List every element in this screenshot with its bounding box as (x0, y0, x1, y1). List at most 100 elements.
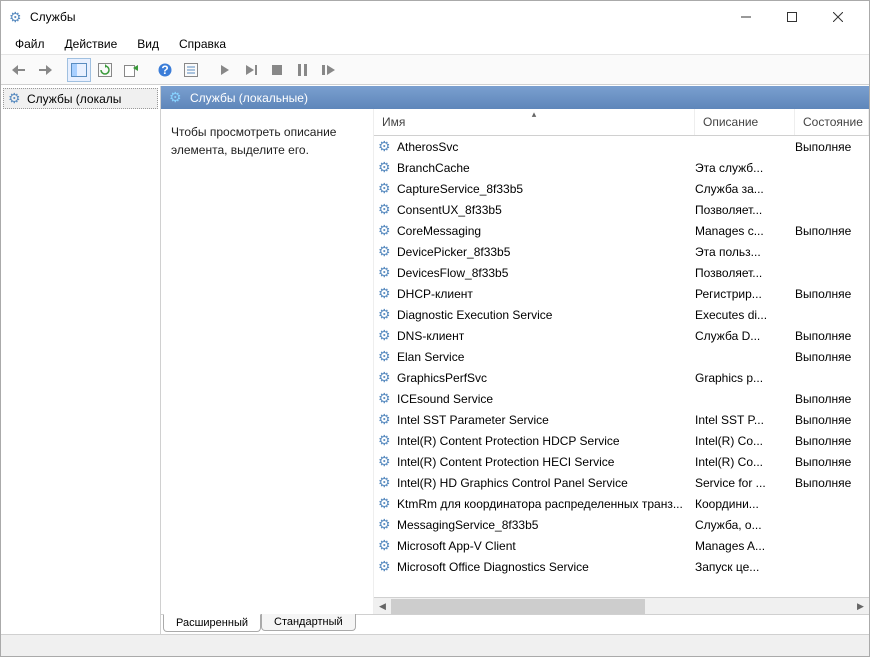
menu-file[interactable]: Файл (7, 35, 53, 53)
service-description: Позволяет... (695, 266, 795, 280)
service-state: Выполняе (795, 287, 865, 301)
service-row[interactable]: KtmRm для координатора распределенных тр… (374, 493, 869, 514)
service-name: DevicePicker_8f33b5 (397, 245, 695, 259)
pause-service-button[interactable] (291, 58, 315, 82)
gear-icon (378, 202, 393, 217)
service-name: DevicesFlow_8f33b5 (397, 266, 695, 280)
service-row[interactable]: GraphicsPerfSvcGraphics p... (374, 367, 869, 388)
service-state: Выполняе (795, 434, 865, 448)
service-row[interactable]: Microsoft Office Diagnostics ServiceЗапу… (374, 556, 869, 577)
service-row[interactable]: DevicesFlow_8f33b5Позволяет... (374, 262, 869, 283)
refresh-button[interactable] (93, 58, 117, 82)
gear-icon (378, 307, 393, 322)
menu-view[interactable]: Вид (129, 35, 167, 53)
scroll-right-icon[interactable]: ▶ (852, 598, 869, 615)
column-description[interactable]: Описание (695, 109, 795, 135)
view-tabs: Расширенный Стандартный (161, 614, 869, 634)
service-row[interactable]: ICEsound Service Выполняе (374, 388, 869, 409)
start-service-button[interactable] (213, 58, 237, 82)
service-state: Выполняе (795, 455, 865, 469)
gear-icon (378, 559, 393, 574)
service-row[interactable]: DNS-клиентСлужба D...Выполняе (374, 325, 869, 346)
service-row[interactable]: AtherosSvc Выполняе (374, 136, 869, 157)
show-hide-tree-button[interactable] (67, 58, 91, 82)
service-row[interactable]: BranchCacheЭта служб... (374, 157, 869, 178)
service-row[interactable]: Microsoft App-V ClientManages A... (374, 535, 869, 556)
service-row[interactable]: Intel(R) Content Protection HDCP Service… (374, 430, 869, 451)
maximize-button[interactable] (769, 2, 815, 32)
service-description: Служба, о... (695, 518, 795, 532)
tree-root-label: Службы (локалы (27, 92, 121, 106)
horizontal-scrollbar[interactable]: ◀ ▶ (374, 597, 869, 614)
minimize-button[interactable] (723, 2, 769, 32)
gear-icon (378, 496, 393, 511)
scroll-thumb[interactable] (391, 599, 645, 614)
close-button[interactable] (815, 2, 861, 32)
tab-standard[interactable]: Стандартный (261, 614, 356, 631)
service-row[interactable]: Elan ServiceВыполняе (374, 346, 869, 367)
service-row[interactable]: DHCP-клиентРегистрир...Выполняе (374, 283, 869, 304)
column-name[interactable]: ▴ Имя (374, 109, 695, 135)
service-name: GraphicsPerfSvc (397, 371, 695, 385)
statusbar (1, 634, 869, 656)
column-state[interactable]: Состояние (795, 109, 869, 135)
service-state: Выполняе (795, 224, 865, 238)
service-name: BranchCache (397, 161, 695, 175)
gear-icon (378, 370, 393, 385)
service-name: Microsoft App-V Client (397, 539, 695, 553)
window-title: Службы (30, 10, 75, 24)
gear-icon (378, 517, 393, 532)
forward-button[interactable] (33, 58, 57, 82)
service-row[interactable]: DevicePicker_8f33b5Эта польз... (374, 241, 869, 262)
service-list[interactable]: AtherosSvc Выполняе BranchCacheЭта служб..… (374, 136, 869, 597)
tree-root-item[interactable]: Службы (локалы (3, 88, 158, 109)
scroll-left-icon[interactable]: ◀ (374, 598, 391, 615)
service-state: Выполняе (795, 392, 865, 406)
service-name: ConsentUX_8f33b5 (397, 203, 695, 217)
banner-text: Службы (локальные) (190, 91, 308, 105)
help-button[interactable]: ? (153, 58, 177, 82)
stop-service-button[interactable] (265, 58, 289, 82)
service-description: Эта польз... (695, 245, 795, 259)
service-state: Выполняе (795, 329, 865, 343)
service-name: CoreMessaging (397, 224, 695, 238)
service-name: AtherosSvc (397, 140, 695, 154)
export-list-button[interactable] (119, 58, 143, 82)
service-description: Intel(R) Co... (695, 455, 795, 469)
menu-action[interactable]: Действие (57, 35, 126, 53)
service-state: Выполняе (795, 140, 865, 154)
back-button[interactable] (7, 58, 31, 82)
main-body: Службы (локалы Службы (локальные) Чтобы … (1, 85, 869, 634)
service-description: Позволяет... (695, 203, 795, 217)
sort-asc-icon: ▴ (532, 109, 537, 120)
restart-service-button[interactable] (317, 58, 341, 82)
service-name: Diagnostic Execution Service (397, 308, 695, 322)
service-row[interactable]: Intel(R) HD Graphics Control Panel Servi… (374, 472, 869, 493)
properties-button[interactable] (179, 58, 203, 82)
tab-extended[interactable]: Расширенный (163, 614, 261, 632)
service-name: Intel(R) Content Protection HECI Service (397, 455, 695, 469)
detail-panel: Чтобы просмотреть описание элемента, выд… (161, 109, 373, 614)
service-row[interactable]: ConsentUX_8f33b5Позволяет... (374, 199, 869, 220)
service-name: Microsoft Office Diagnostics Service (397, 560, 695, 574)
resume-service-button[interactable] (239, 58, 263, 82)
gear-icon (378, 433, 393, 448)
tree-pane[interactable]: Службы (локалы (1, 86, 161, 634)
app-icon (9, 10, 24, 25)
service-row[interactable]: Diagnostic Execution ServiceExecutes di.… (374, 304, 869, 325)
service-name: ICEsound Service (397, 392, 695, 406)
service-row[interactable]: Intel(R) Content Protection HECI Service… (374, 451, 869, 472)
svg-text:?: ? (161, 63, 168, 77)
gear-icon (378, 475, 393, 490)
service-row[interactable]: CoreMessagingManages c...Выполняе (374, 220, 869, 241)
service-row[interactable]: CaptureService_8f33b5Служба за... (374, 178, 869, 199)
menu-help[interactable]: Справка (171, 35, 234, 53)
titlebar[interactable]: Службы (1, 1, 869, 33)
service-description: Graphics p... (695, 371, 795, 385)
service-name: DHCP-клиент (397, 287, 695, 301)
gear-icon (169, 90, 184, 105)
scroll-track[interactable] (391, 599, 852, 614)
services-banner: Службы (локальные) (161, 86, 869, 109)
service-row[interactable]: MessagingService_8f33b5Служба, о... (374, 514, 869, 535)
service-row[interactable]: Intel SST Parameter ServiceIntel SST P..… (374, 409, 869, 430)
